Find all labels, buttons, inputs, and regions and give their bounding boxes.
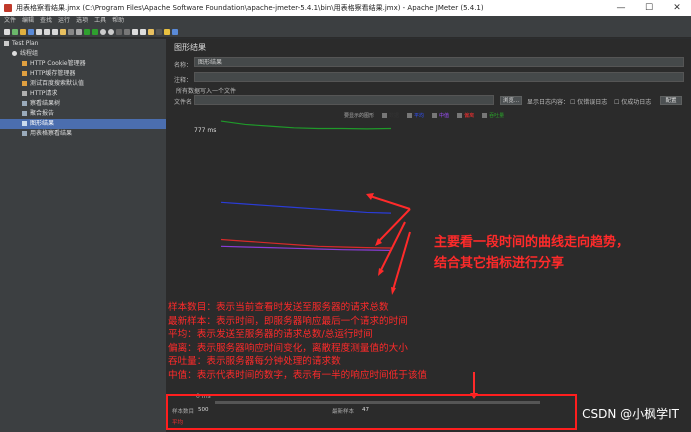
- explain-average: 平均：表示发送至服务器的请求总数/总运行时间: [168, 329, 373, 340]
- samples-label: 样本数目: [172, 409, 195, 415]
- trend-annotation-line2: 结合其它指标进行分享: [434, 256, 565, 271]
- watermark: CSDN @小枫学IT: [582, 407, 679, 421]
- latest-value: 47: [362, 407, 369, 413]
- explain-samples: 样本数目：表示当前查看时发送至服务器的请求总数: [168, 302, 389, 313]
- average-label: 平均: [172, 420, 184, 426]
- metrics-explanation: 样本数目：表示当前查看时发送至服务器的请求总数 最新样本：表示时间，即服务器响应…: [168, 301, 427, 382]
- arrowhead-3: [378, 268, 384, 276]
- explain-median: 中值：表示代表时间的数字，表示有一半的响应时间低于该值: [168, 369, 428, 381]
- arrowhead-4: [391, 287, 396, 295]
- stats-highlight-box: [166, 394, 577, 430]
- latest-label: 最新样本: [332, 409, 355, 415]
- samples-value: 500: [198, 407, 209, 413]
- arrow-1: [369, 195, 411, 210]
- explain-latest: 最新样本：表示时间，即服务器响应最后一个请求的时间: [168, 315, 408, 327]
- explain-throughput: 吞吐量：表示服务器每分钟处理的请求数: [168, 356, 341, 367]
- arrow-2: [377, 208, 411, 243]
- trend-annotation-line1: 主要看一段时间的曲线走向趋势，: [434, 235, 630, 250]
- explain-deviation: 偏离：表示服务器响应时间变化，离散程度测量值的大小: [168, 342, 408, 354]
